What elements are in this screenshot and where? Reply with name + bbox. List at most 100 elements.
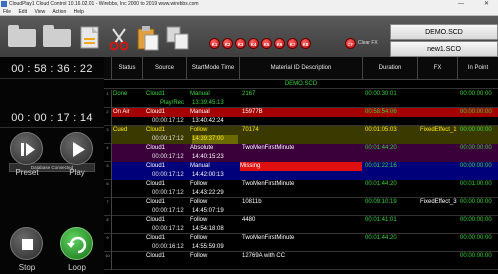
stop-icon xyxy=(22,239,33,250)
preset-icon xyxy=(21,143,35,156)
cell-material: TwoMenFirstMinute xyxy=(242,235,295,241)
cell-material: 10811b xyxy=(242,199,262,205)
row-index: 8 xyxy=(104,216,112,234)
cell-duration: 00:01:44:20 xyxy=(365,145,397,151)
table-row[interactable]: 5 Cloud1 Manual Missing 00:01:22:16 00:00:00:… xyxy=(104,162,498,180)
keyer-2-button[interactable]: K2 xyxy=(222,38,233,49)
app-icon xyxy=(1,1,7,7)
cell-status: On Air xyxy=(113,109,130,115)
cut-icon[interactable] xyxy=(109,27,129,51)
stop-button[interactable] xyxy=(10,227,43,260)
keyer-5-button[interactable]: K5 xyxy=(261,38,272,49)
loop-label: Loop xyxy=(68,263,86,272)
cell-time-col: 00:00:17:12 xyxy=(152,190,184,196)
keyer-8-button[interactable]: K8 xyxy=(300,38,311,49)
clear-fx-button[interactable]: CF xyxy=(345,38,356,49)
cell-source: Cloud1 xyxy=(146,217,166,223)
table-row[interactable]: 6 Cloud1 Follow TwoMenFirstMinute 00:01:44:2… xyxy=(104,180,498,198)
paste-icon[interactable] xyxy=(137,25,159,51)
cell-time-col: 00:00:17:12 xyxy=(152,118,184,124)
clock-display: 00 : 58 : 36 : 22 xyxy=(0,59,104,79)
cell-start-time: 13:40:42:24 xyxy=(192,118,224,124)
cell-source: Cloud1 xyxy=(146,145,166,151)
preset-label: Preset xyxy=(15,168,39,177)
cell-status: Done xyxy=(113,91,128,97)
cell-time-col: 00:00:17:12 xyxy=(152,172,184,178)
table-row[interactable]: 7 Cloud1 Follow 10811b 00:09:10:19 FixedEffec… xyxy=(104,198,498,216)
cell-material: Missing xyxy=(240,162,362,171)
menu-help[interactable]: Help xyxy=(74,9,84,15)
cell-inpoint: 00:00:00:00 xyxy=(460,199,492,205)
preset-button[interactable] xyxy=(10,132,43,165)
header-material[interactable]: Material ID Description xyxy=(240,57,363,80)
table-row[interactable]: 2 On Air Cloud1 Manual 15977B 00:58:54:06 00:0… xyxy=(104,108,498,126)
cell-fx xyxy=(420,234,458,243)
cell-time-col: 00:00:17:12 xyxy=(152,208,184,214)
play-button[interactable] xyxy=(60,132,93,165)
cell-status: Cued xyxy=(113,127,128,133)
scd-secondary[interactable]: new1.SCO xyxy=(390,41,498,57)
cell-material: 12769A with CC xyxy=(242,253,286,259)
table-row[interactable]: 9 Cloud1 Follow TwoMenFirstMinute 00:01:44:2… xyxy=(104,234,498,252)
cell-source: Cloud1 xyxy=(146,163,166,169)
header-fx[interactable]: FX xyxy=(418,57,458,80)
cell-fx xyxy=(420,252,458,261)
keyer-1-button[interactable]: K1 xyxy=(209,38,220,49)
cell-inpoint: 00:00:00:00 xyxy=(460,235,492,241)
cell-source: Cloud1 xyxy=(146,199,166,205)
group-title: DEMO.SCD xyxy=(284,81,318,87)
loop-button[interactable] xyxy=(60,227,93,260)
menu-file[interactable]: File xyxy=(3,9,11,15)
countdown-display: 00 : 00 : 17 : 14 xyxy=(0,108,104,128)
cell-time-col: 00:00:16:12 xyxy=(152,244,184,250)
cell-startmode: Manual xyxy=(190,109,210,115)
cell-startmode: Follow xyxy=(190,199,208,205)
cell-duration: 00:00:30:01 xyxy=(365,91,397,97)
header-startmode[interactable]: StartMode Time xyxy=(187,57,240,80)
cell-start-time: 14:39:37:00 xyxy=(192,135,238,144)
keyer-3-button[interactable]: K3 xyxy=(235,38,246,49)
cell-fx: FixedEffect_3 xyxy=(420,199,457,205)
folder-open-icon[interactable] xyxy=(8,25,36,47)
table-row[interactable]: 1 Done Cloud1 Manual 2167 00:00:30:01 00:00:00… xyxy=(104,90,498,108)
minimize-button[interactable]: — xyxy=(458,0,464,9)
cell-duration xyxy=(365,252,417,261)
save-icon[interactable] xyxy=(80,26,100,50)
cell-status xyxy=(113,180,143,189)
scd-primary[interactable]: DEMO.SCD xyxy=(390,24,498,40)
cell-material: TwoMenFirstMinute xyxy=(242,145,295,151)
table-row[interactable]: 3 Cued Cloud1 Follow 70174 00:01:05:03 FixedEf… xyxy=(104,126,498,144)
keyer-6-button[interactable]: K6 xyxy=(274,38,285,49)
header-source[interactable]: Source xyxy=(143,57,187,80)
menu-edit[interactable]: Edit xyxy=(18,9,27,15)
keyer-4-button[interactable]: K4 xyxy=(248,38,259,49)
cell-duration: 00:01:44:20 xyxy=(365,181,397,187)
table-row[interactable]: 8 Cloud1 Follow 4480 00:01:41:01 00:00:00:00 0… xyxy=(104,216,498,234)
cell-inpoint: 00:00:00:00 xyxy=(460,145,492,151)
copy-icon[interactable] xyxy=(166,26,190,50)
cell-time-col: 00:00:17:12 xyxy=(152,226,184,232)
row-index: 10 xyxy=(104,252,112,270)
cell-time-col: 00:00:17:12 xyxy=(152,154,184,160)
cell-start-time: 14:45:07:19 xyxy=(192,208,224,214)
row-index: 7 xyxy=(104,198,112,216)
grid-header: Status Source StartMode Time Material ID… xyxy=(104,57,498,80)
folder-icon[interactable] xyxy=(43,25,71,47)
cell-time-col xyxy=(152,99,190,108)
table-row[interactable]: 4 Cloud1 Absolute TwoMenFirstMinute 00:01:44… xyxy=(104,144,498,162)
cell-startmode: Follow xyxy=(190,127,208,133)
header-inpoint[interactable]: In Point xyxy=(458,57,498,80)
cell-duration: 00:01:44:20 xyxy=(365,235,397,241)
cell-material: 4480 xyxy=(242,217,256,223)
table-row[interactable]: 10 Cloud1 Follow 12769A with CC 00:00:00:00 xyxy=(104,252,498,270)
keyer-7-button[interactable]: K7 xyxy=(287,38,298,49)
cell-start-time: 14:54:18:08 xyxy=(192,226,224,232)
menu-action[interactable]: Action xyxy=(52,9,66,15)
header-duration[interactable]: Duration xyxy=(363,57,418,80)
menu-view[interactable]: View xyxy=(34,9,45,15)
close-button[interactable]: ✕ xyxy=(484,0,489,9)
cell-inpoint: 00:00:00:00 xyxy=(460,109,492,115)
header-status[interactable]: Status xyxy=(112,57,143,80)
play-label: Play xyxy=(69,168,85,177)
cell-fx xyxy=(420,108,458,117)
